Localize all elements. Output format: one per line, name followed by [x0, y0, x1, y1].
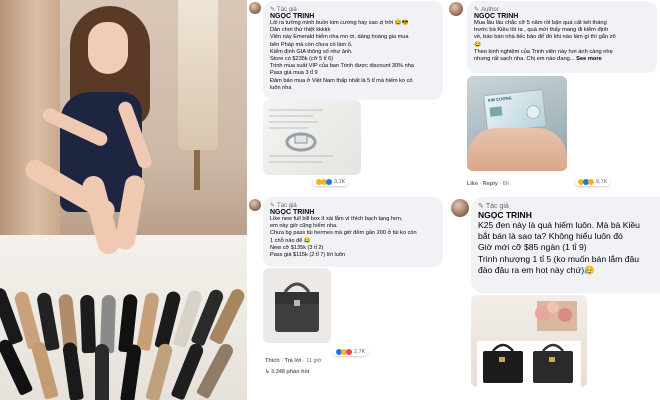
ring-icon	[269, 109, 333, 163]
see-more-link[interactable]: See more	[576, 56, 602, 62]
reaction-summary[interactable]: 3,1K	[313, 178, 349, 186]
author-tag-label: Tác giả	[277, 202, 297, 209]
author-tag: ✎ Tác giả	[478, 202, 653, 211]
author-avatar[interactable]	[249, 2, 261, 14]
author-name[interactable]: NGỌC TRINH	[474, 13, 650, 20]
comment-text: Like new full bill box ít xài lắm vì thí…	[270, 216, 417, 259]
reaction-count: 9,7K	[596, 179, 608, 185]
author-tag-label: Author	[481, 6, 499, 13]
author-tag: ✎ Tác giả	[270, 6, 436, 14]
k25-bag-image[interactable]	[471, 295, 587, 387]
gia-card-photo[interactable]: KIM CƯƠNG	[467, 76, 567, 171]
comment-bubble: ✎ Author NGỌC TRINH Mua lâu lâu chắc cỡ 5…	[467, 1, 657, 73]
comment-time[interactable]: 6h	[503, 181, 509, 187]
replies-count: 3.348 phản hồi	[271, 369, 310, 375]
author-name[interactable]: NGỌC TRINH	[270, 209, 436, 216]
diamond-thumbnail	[489, 106, 503, 117]
like-button[interactable]: Like	[467, 181, 478, 187]
comment-time[interactable]: 11 giờ	[306, 358, 321, 364]
wow-icon	[588, 179, 594, 185]
reply-button[interactable]: Reply	[483, 181, 498, 187]
post-hermes-bag: ✎ Tác giả NGỌC TRINH Like new full bill b…	[247, 195, 447, 400]
pencil-icon: ✎	[270, 203, 276, 209]
comment-actions: Like · Reply · 6h	[467, 181, 509, 187]
shoe	[79, 294, 96, 354]
diamond-icon	[525, 104, 541, 120]
like-button[interactable]: Thích	[265, 358, 280, 364]
handbag-icon	[275, 282, 319, 332]
author-tag: ✎ Tác giả	[270, 202, 436, 210]
curtain	[0, 0, 60, 260]
post-diamond-ring: ✎ Tác giả NGỌC TRINH Lôi ra tường minh bu…	[247, 0, 447, 195]
post-k25-bag: ✎ Tác giả NGỌC TRINH K25 đen này là quá h…	[447, 195, 660, 400]
author-tag: ✎ Author	[474, 6, 650, 14]
hermes-bag-image[interactable]	[263, 268, 331, 343]
handbags-icon	[477, 301, 581, 387]
pencil-icon: ✎	[478, 203, 484, 210]
reply-arrow-icon: ↳	[265, 369, 270, 375]
author-avatar[interactable]	[449, 2, 463, 16]
gia-certificate-image[interactable]	[263, 100, 361, 175]
comment-text: Mua lâu lâu chắc cỡ 5 năm rồi bận quá cấ…	[474, 20, 650, 63]
love-icon	[346, 349, 352, 355]
reaction-count: 3,1K	[334, 179, 346, 185]
pencil-icon: ✎	[270, 7, 276, 13]
lamp-stand	[194, 150, 200, 190]
reaction-count: 2,7K	[354, 349, 366, 355]
author-name[interactable]: NGỌC TRINH	[478, 210, 653, 220]
comment-text: K25 đen này là quá hiếm luôn. Mà bà Kiều…	[478, 220, 640, 275]
comment-bubble: ✎ Tác giả NGỌC TRINH Lôi ra tường minh bu…	[263, 1, 443, 100]
reaction-summary[interactable]: 9,7K	[575, 178, 611, 186]
like-icon	[326, 179, 332, 185]
pencil-icon: ✎	[474, 7, 480, 13]
gia-card: KIM CƯƠNG	[483, 88, 547, 134]
author-avatar[interactable]	[451, 199, 469, 217]
author-tag-label: Tác giả	[277, 6, 297, 13]
comment-bubble: ✎ Tác giả NGỌC TRINH K25 đen này là quá h…	[471, 197, 660, 293]
author-name[interactable]: NGỌC TRINH	[270, 13, 436, 20]
reply-button[interactable]: Trả lời	[285, 358, 302, 364]
view-replies-link[interactable]: ↳ 3.348 phản hồi	[265, 369, 309, 375]
gia-card-label: KIM CƯƠNG	[487, 95, 512, 103]
comment-text: Lôi ra tường minh buồn kim cương hay sao…	[270, 20, 414, 91]
shoe	[95, 344, 109, 400]
floor-lamp	[178, 0, 218, 150]
author-tag-label: Tác giả	[485, 202, 509, 210]
hand	[467, 128, 567, 171]
reaction-summary[interactable]: 2,7K	[333, 348, 369, 356]
comment-actions: Thích · Trả lời · 11 giờ	[265, 358, 322, 364]
model-photo	[0, 0, 247, 400]
face	[88, 22, 128, 74]
post-gia-card: ✎ Author NGỌC TRINH Mua lâu lâu chắc cỡ 5…	[447, 0, 660, 195]
comment-bubble: ✎ Tác giả NGỌC TRINH Like new full bill b…	[263, 197, 443, 267]
author-avatar[interactable]	[249, 199, 261, 211]
